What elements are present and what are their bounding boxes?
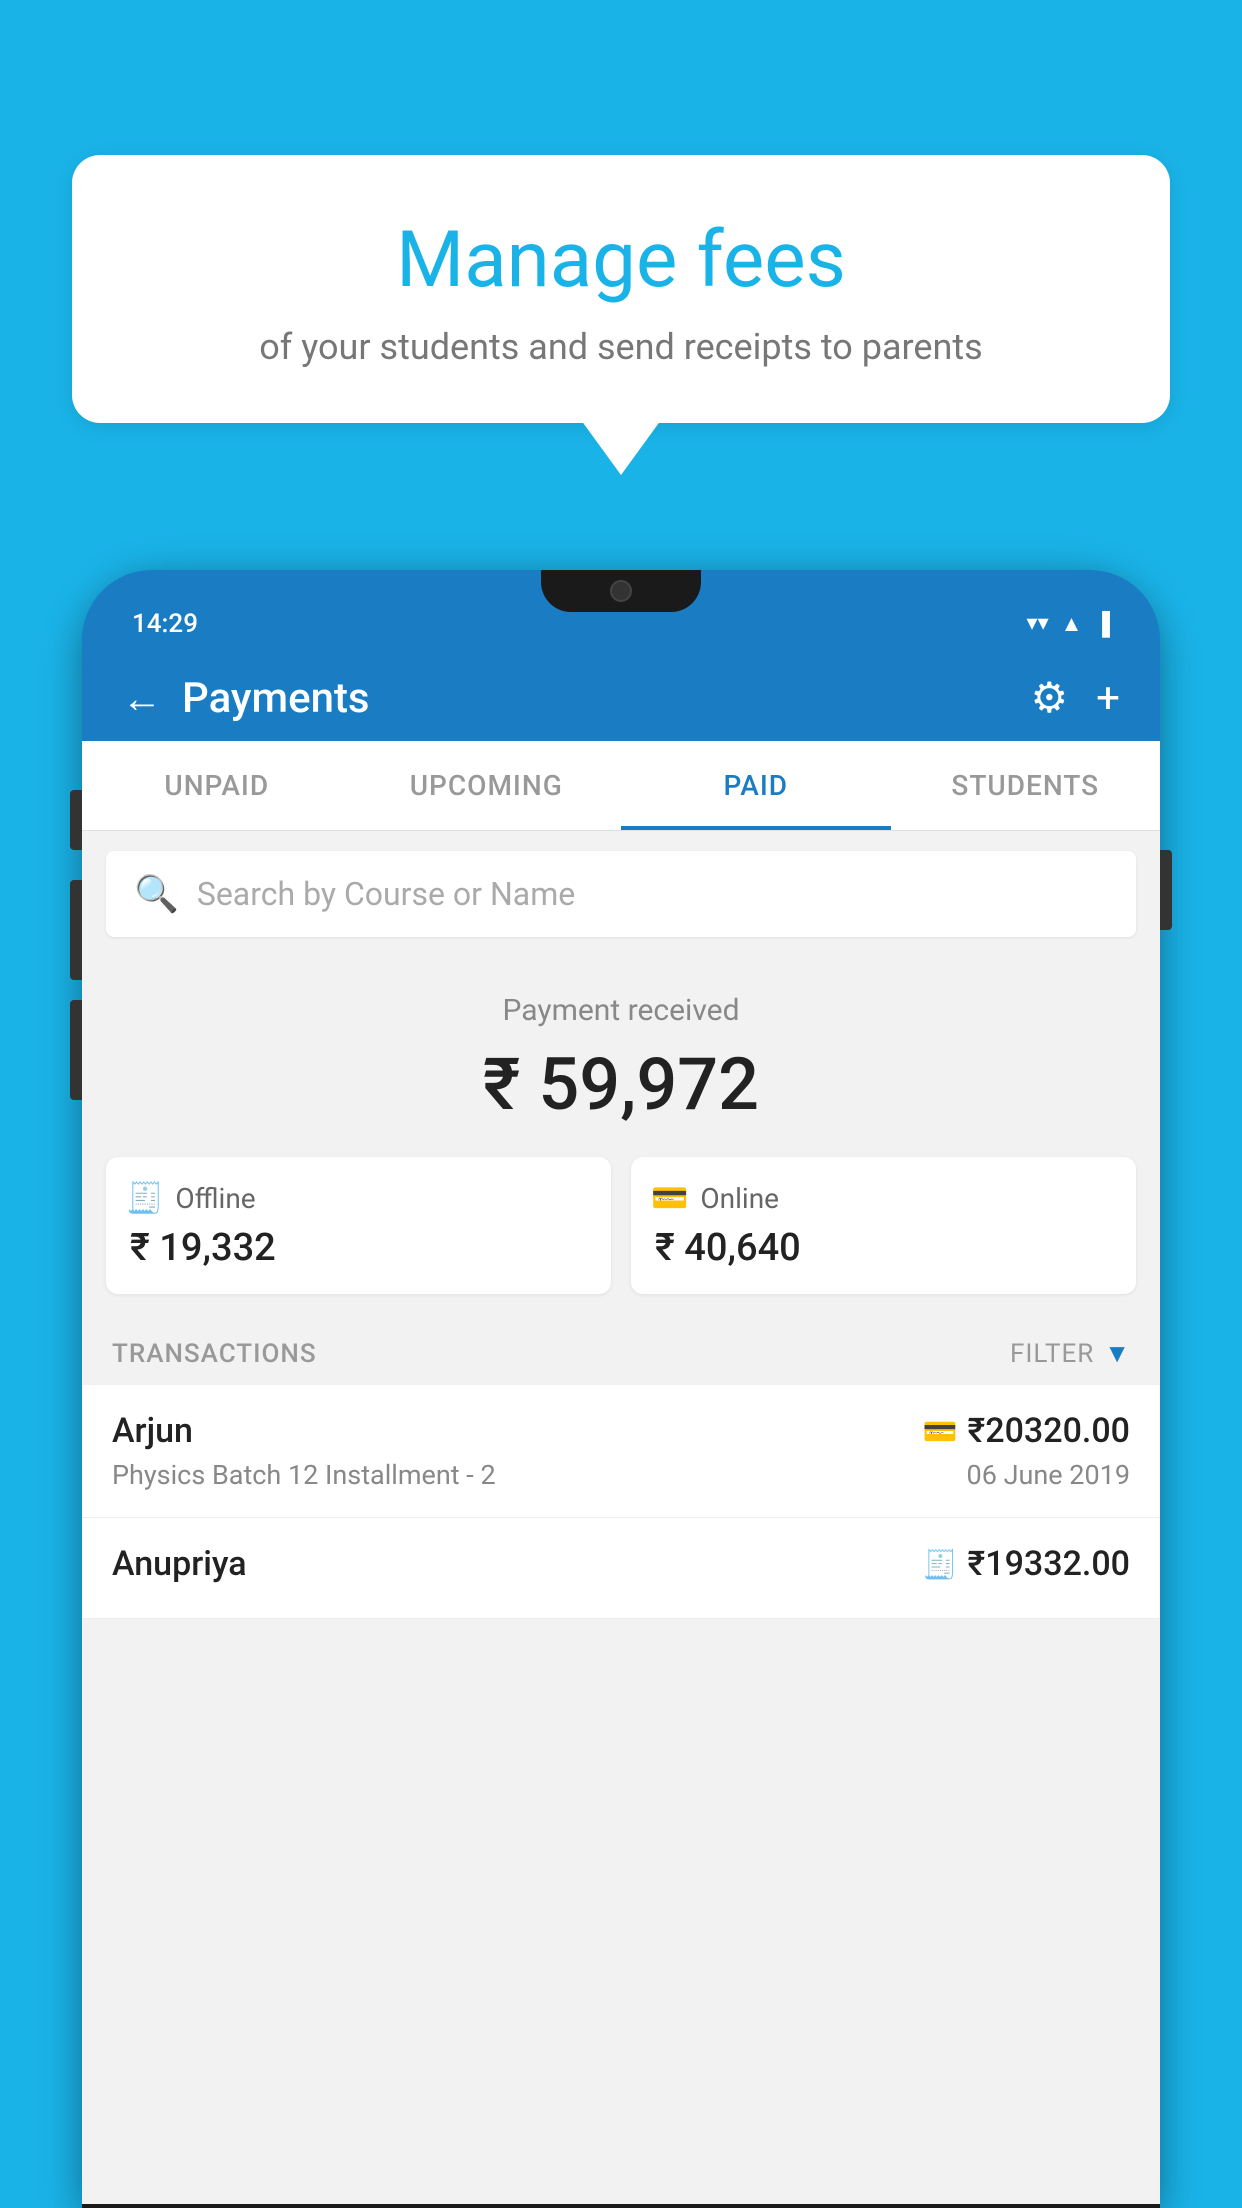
transaction-name: Arjun [112,1411,193,1451]
transaction-amount: ₹19332.00 [968,1544,1130,1584]
transaction-name: Anupriya [112,1544,247,1584]
filter-label: FILTER [1010,1339,1094,1369]
transactions-header: TRANSACTIONS FILTER ▼ [82,1318,1160,1385]
volume-down-button [70,1000,82,1100]
transaction-bottom: Physics Batch 12 Installment - 2 06 June… [112,1459,1130,1491]
offline-amount: ₹ 19,332 [126,1226,591,1270]
speech-bubble-title: Manage fees [122,215,1120,306]
signal-icon: ▲ [1061,611,1083,637]
power-button [1160,850,1172,930]
phone-notch [541,570,701,612]
battery-icon: ▐ [1094,611,1110,637]
add-icon[interactable]: + [1096,674,1120,723]
status-icons: ▾▾ ▲ ▐ [1027,611,1110,637]
tab-students[interactable]: STUDENTS [891,741,1161,830]
filter-area[interactable]: FILTER ▼ [1010,1338,1130,1369]
transaction-row[interactable]: Anupriya 🧾 ₹19332.00 [82,1518,1160,1619]
back-button[interactable]: ← [122,675,162,722]
transaction-method-icon: 💳 [923,1415,958,1448]
status-bar: 14:29 ▾▾ ▲ ▐ [82,570,1160,655]
transaction-method-icon: 🧾 [923,1548,958,1581]
online-card: 💳 Online ₹ 40,640 [631,1157,1136,1294]
wifi-icon: ▾▾ [1027,611,1049,636]
payment-amount: ₹ 59,972 [102,1042,1140,1127]
top-bar-right: ⚙ + [1031,673,1121,723]
transaction-course: Physics Batch 12 Installment - 2 [112,1459,496,1491]
volume-up-button [70,880,82,980]
transaction-amount: ₹20320.00 [968,1411,1130,1451]
payment-cards: 🧾 Offline ₹ 19,332 💳 Online ₹ 40,640 [82,1157,1160,1318]
settings-icon[interactable]: ⚙ [1031,673,1069,723]
top-bar: ← Payments ⚙ + [82,655,1160,741]
offline-card-header: 🧾 Offline [126,1181,591,1216]
phone-content: 🔍 Search by Course or Name Payment recei… [82,831,1160,2204]
status-time: 14:29 [132,609,198,639]
search-icon: 🔍 [134,873,179,915]
speech-bubble-subtitle: of your students and send receipts to pa… [122,326,1120,368]
payment-summary: Payment received ₹ 59,972 [82,957,1160,1157]
front-camera [610,580,632,602]
online-card-header: 💳 Online [651,1181,1116,1216]
tab-paid[interactable]: PAID [621,741,891,830]
tab-unpaid[interactable]: UNPAID [82,741,352,830]
transaction-top: Anupriya 🧾 ₹19332.00 [112,1544,1130,1584]
phone-frame: 14:29 ▾▾ ▲ ▐ ← Payments ⚙ + UNPAID UPCOM… [82,570,1160,2208]
transaction-top: Arjun 💳 ₹20320.00 [112,1411,1130,1451]
offline-icon: 🧾 [126,1181,163,1216]
transaction-amount-area: 💳 ₹20320.00 [923,1411,1130,1451]
tabs-bar: UNPAID UPCOMING PAID STUDENTS [82,741,1160,831]
online-label: Online [700,1182,779,1215]
search-bar[interactable]: 🔍 Search by Course or Name [106,851,1136,937]
offline-card: 🧾 Offline ₹ 19,332 [106,1157,611,1294]
online-amount: ₹ 40,640 [651,1226,1116,1270]
search-placeholder: Search by Course or Name [197,875,575,913]
page-title: Payments [182,674,370,723]
payment-label: Payment received [102,993,1140,1028]
transactions-label: TRANSACTIONS [112,1339,317,1369]
offline-label: Offline [175,1182,255,1215]
mute-button [70,790,82,850]
transaction-amount-area: 🧾 ₹19332.00 [923,1544,1130,1584]
filter-icon: ▼ [1104,1338,1130,1369]
tab-upcoming[interactable]: UPCOMING [352,741,622,830]
speech-bubble: Manage fees of your students and send re… [72,155,1170,423]
top-bar-left: ← Payments [122,674,370,723]
transaction-date: 06 June 2019 [967,1459,1130,1491]
online-icon: 💳 [651,1181,688,1216]
transaction-row[interactable]: Arjun 💳 ₹20320.00 Physics Batch 12 Insta… [82,1385,1160,1518]
